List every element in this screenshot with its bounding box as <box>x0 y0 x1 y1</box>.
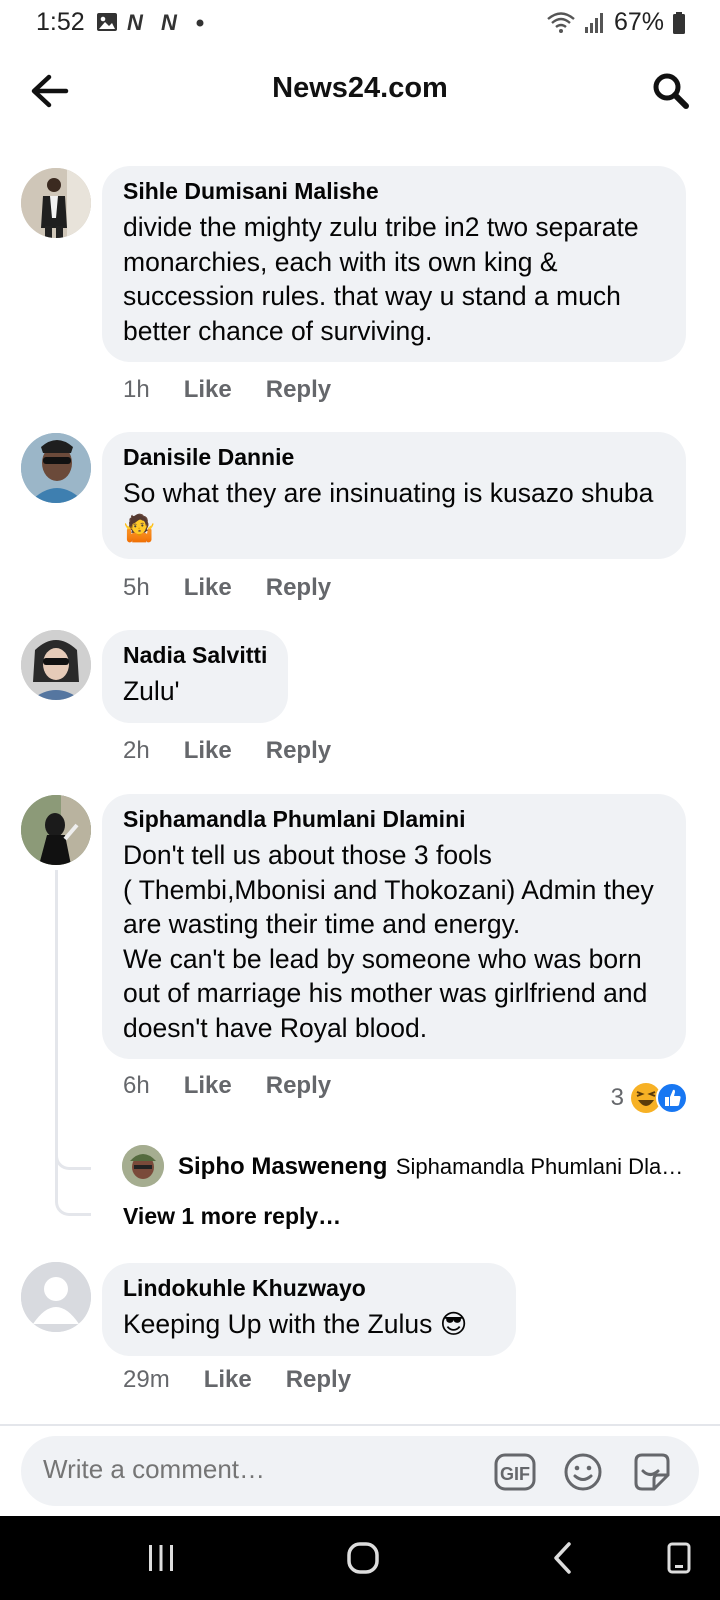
comment-text: Don't tell us about those 3 fools ( Them… <box>123 840 654 1043</box>
view-more-replies-link[interactable]: View 1 more reply… <box>123 1203 341 1230</box>
emoji-button[interactable] <box>561 1450 605 1494</box>
comment-actions: 1h Like Reply <box>123 376 331 404</box>
recent-apps-icon <box>149 1545 173 1571</box>
news-n-icon: N <box>127 12 144 32</box>
avatar[interactable] <box>21 795 91 865</box>
gif-button[interactable]: GIF <box>493 1450 537 1494</box>
avatar[interactable] <box>21 433 91 503</box>
like-button[interactable]: Like <box>184 1072 232 1100</box>
reply-button[interactable]: Reply <box>266 574 331 602</box>
dot-icon <box>196 19 204 27</box>
comment-author[interactable]: Lindokuhle Khuzwayo <box>123 1275 496 1301</box>
comment-author[interactable]: Sihle Dumisani Malishe <box>123 178 666 204</box>
comment-actions: 5h Like Reply <box>123 574 331 602</box>
page-title: News24.com <box>272 72 448 104</box>
comment-text: divide the mighty zulu tribe in2 two sep… <box>123 212 639 346</box>
comment-time[interactable]: 2h <box>123 737 150 765</box>
comment-text-body: So what they are insinuating is kusazo s… <box>123 478 654 508</box>
avatar[interactable] <box>21 630 91 700</box>
comment-composer[interactable]: GIF <box>21 1436 699 1506</box>
like-button[interactable]: Like <box>184 737 232 765</box>
status-right: 67% <box>546 8 686 37</box>
person-photo <box>21 433 91 503</box>
like-reaction-icon <box>656 1082 688 1114</box>
shrug-emoji: 🤷 <box>123 512 156 543</box>
person-photo <box>21 795 91 865</box>
status-time: 1:52 <box>36 8 85 36</box>
person-photo <box>21 168 91 238</box>
composer-divider <box>0 1424 720 1426</box>
notification-icons: N N <box>96 12 206 32</box>
comment-bubble[interactable]: Sihle Dumisani Malishe divide the mighty… <box>102 166 686 362</box>
smiley-icon <box>564 1453 602 1491</box>
battery-icon <box>673 11 685 34</box>
comment-input[interactable] <box>43 1454 463 1485</box>
reply-snippet: Siphamandla Phumlani Dla… <box>395 1154 684 1179</box>
rotate-screen-icon <box>667 1542 691 1574</box>
system-nav-bar <box>0 1516 720 1600</box>
battery-percent: 67% <box>613 8 664 36</box>
person-photo <box>21 630 91 700</box>
sticker-icon <box>634 1453 670 1491</box>
person-photo <box>122 1145 164 1187</box>
comment-bubble[interactable]: Danisile Dannie So what they are insinua… <box>102 432 686 559</box>
like-button[interactable]: Like <box>184 574 232 602</box>
search-icon <box>653 73 689 109</box>
image-icon <box>97 13 117 31</box>
comment-actions: 6h Like Reply <box>123 1072 331 1100</box>
reply-connector <box>55 1160 91 1216</box>
chevron-left-icon <box>554 1542 571 1574</box>
gif-icon: GIF <box>494 1453 536 1491</box>
like-button[interactable]: Like <box>204 1366 252 1394</box>
reply-avatar[interactable] <box>122 1145 164 1187</box>
avatar[interactable] <box>21 168 91 238</box>
comment-author[interactable]: Siphamandla Phumlani Dlamini <box>123 806 666 832</box>
rotate-button[interactable] <box>654 1536 704 1580</box>
comment-text: Zulu' <box>123 676 180 706</box>
reply-preview[interactable]: Sipho Masweneng Siphamandla Phumlani Dla… <box>178 1153 698 1181</box>
signal-icon <box>584 12 603 33</box>
comment-time[interactable]: 6h <box>123 1072 150 1100</box>
comment-time[interactable]: 1h <box>123 376 150 404</box>
svg-text:GIF: GIF <box>500 1464 530 1484</box>
reply-author[interactable]: Sipho Masweneng <box>178 1153 387 1180</box>
sunglasses-emoji: 😎 <box>439 1309 468 1339</box>
recent-apps-button[interactable] <box>136 1536 186 1580</box>
home-icon <box>347 1542 379 1574</box>
wifi-icon <box>547 11 575 33</box>
reply-button[interactable]: Reply <box>266 376 331 404</box>
svg-text:N: N <box>161 12 178 32</box>
sticker-button[interactable] <box>629 1450 673 1494</box>
comment-time[interactable]: 29m <box>123 1366 170 1394</box>
comment-bubble[interactable]: Nadia Salvitti Zulu' <box>102 630 288 723</box>
svg-text:N: N <box>127 12 144 32</box>
comment-bubble[interactable]: Siphamandla Phumlani Dlamini Don't tell … <box>102 794 686 1059</box>
comment-text: Keeping Up with the Zulus 😎 <box>123 1307 496 1342</box>
comment-text-body: Keeping Up with the Zulus <box>123 1309 433 1339</box>
comment-author[interactable]: Danisile Dannie <box>123 444 666 470</box>
comment-actions: 29m Like Reply <box>123 1366 351 1394</box>
default-avatar-icon <box>21 1262 91 1332</box>
reaction-summary[interactable]: 3 <box>611 1082 688 1114</box>
search-button[interactable] <box>648 68 694 114</box>
reply-button[interactable]: Reply <box>266 737 331 765</box>
comment-bubble[interactable]: Lindokuhle Khuzwayo Keeping Up with the … <box>102 1263 516 1356</box>
comment-text: So what they are insinuating is kusazo s… <box>123 476 666 545</box>
news-n-icon: N <box>161 12 178 32</box>
reply-button[interactable]: Reply <box>266 1072 331 1100</box>
app-header: News24.com <box>0 56 720 126</box>
reaction-count: 3 <box>610 1084 624 1111</box>
comment-actions: 2h Like Reply <box>123 737 331 765</box>
back-nav-button[interactable] <box>538 1536 588 1580</box>
status-bar: 1:52 N N 67% <box>0 0 720 46</box>
avatar[interactable] <box>21 1262 91 1332</box>
like-button[interactable]: Like <box>184 376 232 404</box>
comment-author[interactable]: Nadia Salvitti <box>123 642 268 668</box>
home-button[interactable] <box>338 1536 388 1580</box>
comment-time[interactable]: 5h <box>123 574 150 602</box>
reply-button[interactable]: Reply <box>286 1366 351 1394</box>
